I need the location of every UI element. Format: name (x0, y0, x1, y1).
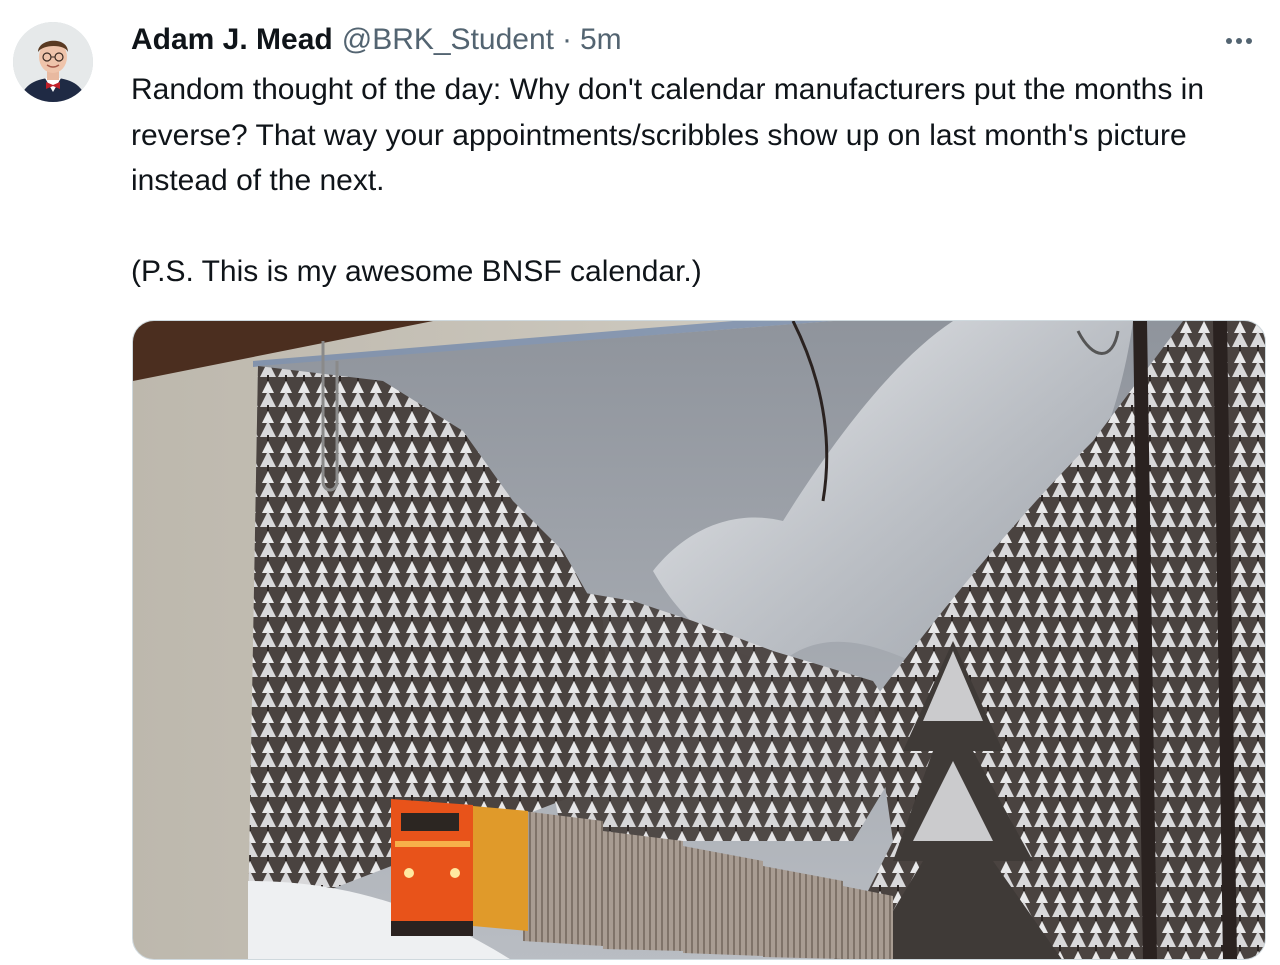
profile-avatar[interactable] (13, 22, 93, 102)
more-dot (1226, 38, 1232, 44)
tweet-timestamp[interactable]: 5m (580, 18, 622, 62)
tweet-text: Random thought of the day: Why don't cal… (131, 73, 1205, 288)
tweet-photo[interactable] (132, 320, 1266, 960)
author-display-name[interactable]: Adam J. Mead (131, 18, 333, 62)
header-separator: · (561, 23, 572, 56)
more-dot (1236, 38, 1242, 44)
more-dot (1246, 38, 1252, 44)
tweet[interactable]: Adam J. Mead @BRK_Student · 5m Random th… (0, 0, 1280, 965)
tweet-content: Adam J. Mead @BRK_Student · 5m Random th… (131, 18, 1261, 295)
calendar-photo-train-snowy-forest (133, 321, 1265, 959)
tweet-header: Adam J. Mead @BRK_Student · 5m (131, 18, 1261, 62)
author-handle[interactable]: @BRK_Student (342, 18, 554, 62)
avatar-image (13, 22, 93, 102)
more-options-icon[interactable] (1219, 24, 1259, 58)
